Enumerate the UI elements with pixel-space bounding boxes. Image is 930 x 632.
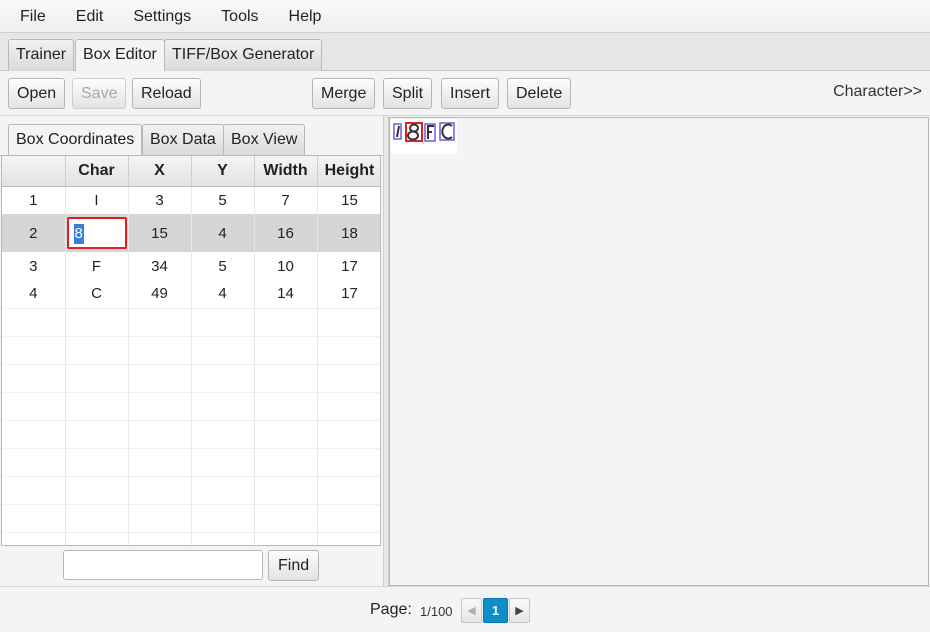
column-header-height[interactable]: Height: [317, 156, 380, 187]
empty-row: [2, 503, 380, 532]
pagination-bar: Page: 1/100 ◀ 1 ▶: [0, 586, 930, 632]
main-tab-strip: Trainer Box Editor TIFF/Box Generator: [0, 33, 930, 72]
cell-char[interactable]: C: [65, 280, 129, 308]
image-view-panel[interactable]: [389, 117, 929, 586]
empty-row: [2, 335, 380, 364]
char-edit-value[interactable]: 8: [73, 224, 84, 244]
column-header-width[interactable]: Width: [254, 156, 318, 187]
cell-y[interactable]: 4: [191, 280, 255, 308]
column-header-x[interactable]: X: [128, 156, 192, 187]
cell-x[interactable]: 15: [128, 214, 192, 252]
cell-width[interactable]: 7: [254, 186, 318, 214]
page-count: 1/100: [420, 604, 453, 619]
save-button[interactable]: Save: [72, 78, 127, 109]
menu-help[interactable]: Help: [277, 0, 334, 33]
tab-box-data[interactable]: Box Data: [142, 124, 224, 156]
merge-button[interactable]: Merge: [312, 78, 376, 109]
table-row-selected[interactable]: 2 8 15 4 16 18: [2, 214, 380, 252]
box-tab-strip: Box Coordinates Box Data Box View: [0, 116, 383, 157]
cell-height[interactable]: 17: [317, 280, 380, 308]
box-image: [393, 122, 455, 142]
open-button[interactable]: Open: [8, 78, 66, 109]
cell-x[interactable]: 34: [128, 252, 192, 280]
table-header-row: Char X Y Width Height: [2, 156, 380, 187]
delete-button[interactable]: Delete: [507, 78, 572, 109]
cell-y[interactable]: 5: [191, 252, 255, 280]
column-header-char[interactable]: Char: [65, 156, 129, 187]
cell-char-editor[interactable]: 8: [65, 214, 129, 252]
column-header-index[interactable]: [2, 156, 66, 187]
chevron-left-icon: ◀: [467, 605, 476, 617]
column-header-y[interactable]: Y: [191, 156, 255, 187]
empty-row: [2, 475, 380, 504]
find-row: Find: [0, 546, 383, 586]
find-input[interactable]: [63, 550, 263, 580]
cell-width[interactable]: 16: [254, 214, 318, 252]
table-row[interactable]: 3 F 34 5 10 17: [2, 252, 380, 280]
char-edit-field[interactable]: 8: [66, 217, 127, 249]
chevron-right-icon: ▶: [515, 605, 524, 617]
menu-tools[interactable]: Tools: [209, 0, 270, 33]
box-image-canvas[interactable]: [391, 119, 457, 154]
empty-row: [2, 447, 380, 476]
cell-index[interactable]: 2: [2, 214, 66, 252]
menu-file[interactable]: File: [8, 0, 58, 33]
toolbar: Open Save Reload Merge Split Insert Dele…: [0, 71, 930, 116]
cell-y[interactable]: 5: [191, 186, 255, 214]
prev-page-button[interactable]: ◀: [461, 598, 482, 623]
menu-bar: File Edit Settings Tools Help: [0, 0, 930, 33]
cell-x[interactable]: 49: [128, 280, 192, 308]
cell-char[interactable]: F: [65, 252, 129, 280]
menu-edit[interactable]: Edit: [64, 0, 116, 33]
cell-y[interactable]: 4: [191, 214, 255, 252]
cell-x[interactable]: 3: [128, 186, 192, 214]
cell-index[interactable]: 4: [2, 280, 66, 308]
empty-row: [2, 391, 380, 420]
cell-height[interactable]: 15: [317, 186, 380, 214]
tab-trainer[interactable]: Trainer: [8, 39, 75, 71]
tab-box-coordinates[interactable]: Box Coordinates: [8, 124, 143, 157]
tab-tiff-box-generator[interactable]: TIFF/Box Generator: [164, 39, 323, 71]
table-row[interactable]: 1 I 3 5 7 15: [2, 186, 380, 214]
split-button[interactable]: Split: [383, 78, 433, 109]
empty-row: [2, 363, 380, 392]
cell-height[interactable]: 17: [317, 252, 380, 280]
reload-button[interactable]: Reload: [132, 78, 201, 109]
insert-button[interactable]: Insert: [441, 78, 500, 109]
cell-width[interactable]: 14: [254, 280, 318, 308]
left-panel: Box Coordinates Box Data Box View Char X…: [0, 116, 383, 586]
cell-width[interactable]: 10: [254, 252, 318, 280]
menu-settings[interactable]: Settings: [121, 0, 203, 33]
tab-box-editor[interactable]: Box Editor: [75, 39, 165, 72]
find-button[interactable]: Find: [268, 550, 320, 581]
cell-height[interactable]: 18: [317, 214, 380, 252]
table-row[interactable]: 4 C 49 4 14 17: [2, 280, 380, 308]
box-coordinates-table[interactable]: Char X Y Width Height 1 I 3 5 7 15 2 8 1…: [1, 155, 381, 546]
empty-row: [2, 419, 380, 448]
empty-row: [2, 307, 380, 336]
empty-row: [2, 531, 380, 545]
cell-char[interactable]: I: [65, 186, 129, 214]
page-button-1[interactable]: 1: [483, 598, 508, 623]
characters-toggle[interactable]: Character>>: [833, 83, 922, 101]
tab-box-view[interactable]: Box View: [223, 124, 306, 156]
page-label: Page:: [370, 601, 412, 618]
next-page-button[interactable]: ▶: [509, 598, 530, 623]
cell-index[interactable]: 1: [2, 186, 66, 214]
cell-index[interactable]: 3: [2, 252, 66, 280]
